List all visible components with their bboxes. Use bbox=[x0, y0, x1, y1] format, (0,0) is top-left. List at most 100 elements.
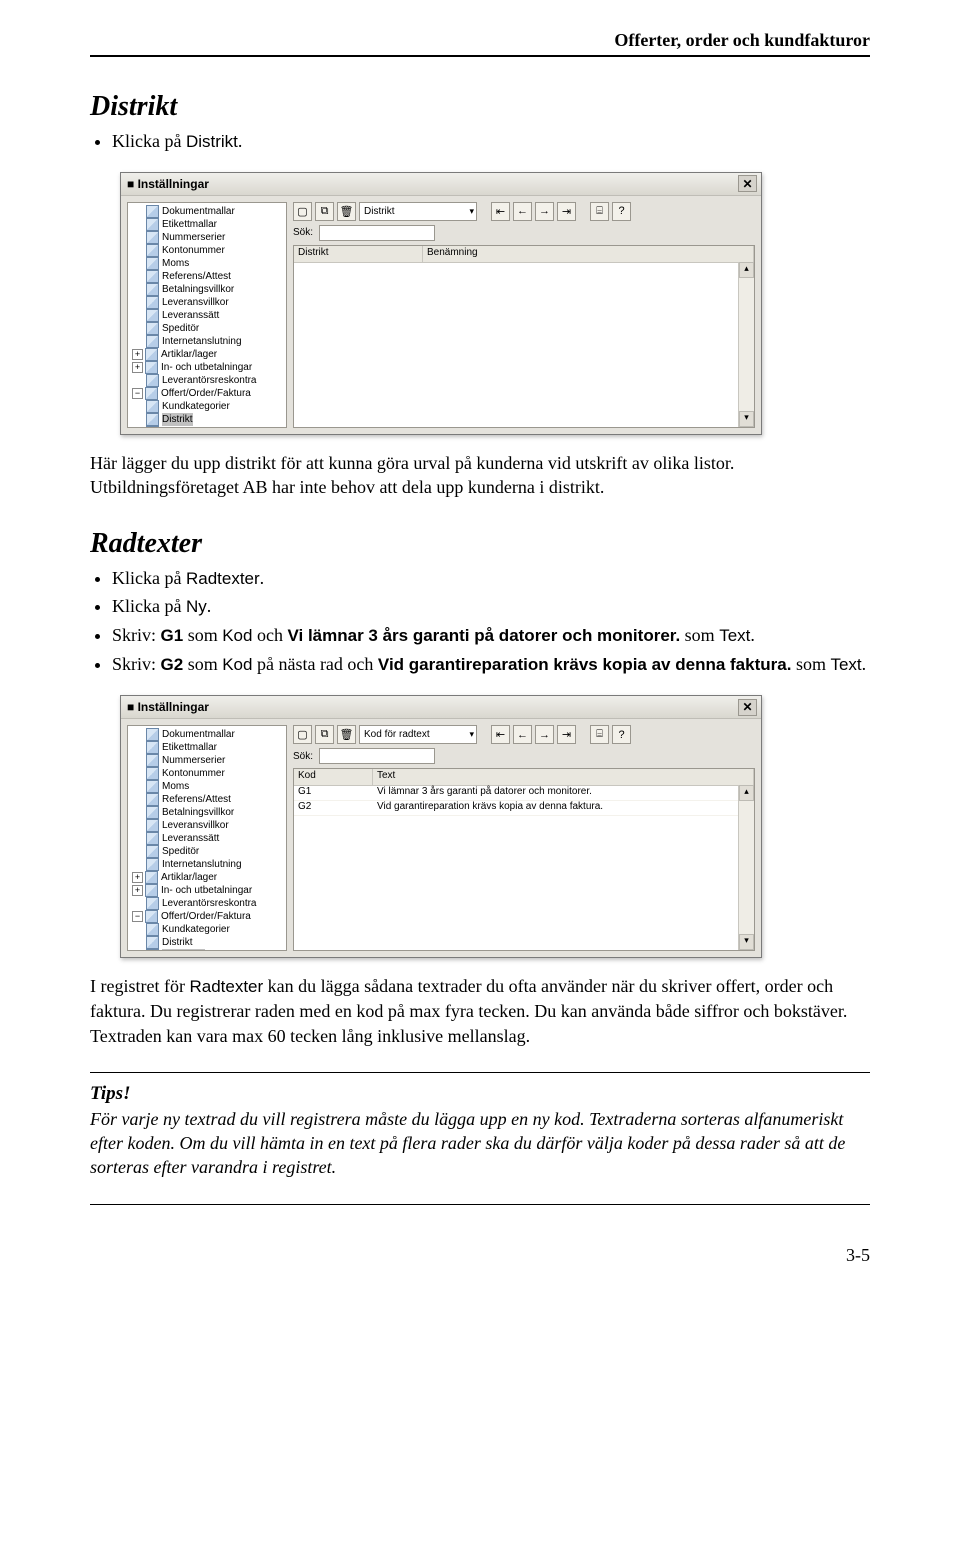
tree-item[interactable]: Leverantörsreskontra bbox=[128, 897, 286, 910]
col-header-2[interactable]: Benämning bbox=[423, 246, 754, 262]
tree-item[interactable]: +In- och utbetalningar bbox=[128, 884, 286, 897]
nav-next-icon[interactable]: → bbox=[535, 725, 554, 744]
tree-item[interactable]: Radtexter bbox=[128, 426, 286, 428]
tree-item-label: Etikettmallar bbox=[162, 218, 217, 231]
tree-item-label: Moms bbox=[162, 780, 189, 793]
view-dropdown[interactable]: Kod för radtext ▾ bbox=[359, 725, 477, 744]
nav-prev-icon[interactable]: ← bbox=[513, 202, 532, 221]
search-input[interactable] bbox=[319, 225, 435, 241]
tree-item[interactable]: Moms bbox=[128, 257, 286, 270]
bullet-item: Klicka på Radtexter. bbox=[112, 566, 870, 591]
page-icon bbox=[146, 426, 159, 428]
tree-item[interactable]: Radtexter bbox=[128, 949, 286, 951]
col-header-1[interactable]: Kod bbox=[294, 769, 373, 785]
separator bbox=[90, 1072, 870, 1073]
nav-last-icon[interactable]: ⇥ bbox=[557, 202, 576, 221]
tree-item[interactable]: Referens/Attest bbox=[128, 270, 286, 283]
tree-item-label: Internetanslutning bbox=[162, 335, 242, 348]
page-icon bbox=[145, 387, 158, 400]
help-icon[interactable]: ? bbox=[612, 725, 631, 744]
tree-item[interactable]: −Offert/Order/Faktura bbox=[128, 910, 286, 923]
page-icon bbox=[146, 244, 159, 257]
copy-icon[interactable]: ⧉ bbox=[315, 202, 334, 221]
col-header-1[interactable]: Distrikt bbox=[294, 246, 423, 262]
page-icon bbox=[146, 218, 159, 231]
tree-item[interactable]: Kontonummer bbox=[128, 767, 286, 780]
tree-item[interactable]: Internetanslutning bbox=[128, 335, 286, 348]
tree-item[interactable]: −Offert/Order/Faktura bbox=[128, 387, 286, 400]
page-icon bbox=[146, 413, 159, 426]
page-icon bbox=[146, 845, 159, 858]
page-icon bbox=[146, 741, 159, 754]
tree-item[interactable]: Distrikt bbox=[128, 936, 286, 949]
nav-first-icon[interactable]: ⇤ bbox=[491, 725, 510, 744]
nav-first-icon[interactable]: ⇤ bbox=[491, 202, 510, 221]
tree-item[interactable]: Betalningsvillkor bbox=[128, 283, 286, 296]
tree-item-label: Offert/Order/Faktura bbox=[161, 910, 251, 923]
search-label: Sök: bbox=[293, 227, 313, 238]
table-row[interactable]: G2Vid garantireparation krävs kopia av d… bbox=[294, 801, 754, 816]
scrollbar[interactable]: ▴▾ bbox=[738, 785, 754, 950]
tree-item-label: Dokumentmallar bbox=[162, 728, 235, 741]
nav-last-icon[interactable]: ⇥ bbox=[557, 725, 576, 744]
tree-item[interactable]: Leveranssätt bbox=[128, 832, 286, 845]
tree-item-label: Distrikt bbox=[162, 936, 193, 949]
print-icon[interactable]: ⌸ bbox=[590, 725, 609, 744]
tree-item[interactable]: Kundkategorier bbox=[128, 400, 286, 413]
scrollbar[interactable]: ▴▾ bbox=[738, 262, 754, 427]
data-grid[interactable]: Distrikt Benämning ▴▾ bbox=[293, 245, 755, 428]
tree-item[interactable]: Referens/Attest bbox=[128, 793, 286, 806]
tree-item[interactable]: Distrikt bbox=[128, 413, 286, 426]
tree-item[interactable]: Kundkategorier bbox=[128, 923, 286, 936]
table-row[interactable]: G1Vi lämnar 3 års garanti på datorer och… bbox=[294, 786, 754, 801]
tree-item[interactable]: Dokumentmallar bbox=[128, 205, 286, 218]
page-icon bbox=[145, 871, 158, 884]
tree-item[interactable]: Nummerserier bbox=[128, 231, 286, 244]
copy-icon[interactable]: ⧉ bbox=[315, 725, 334, 744]
tree-item[interactable]: +Artiklar/lager bbox=[128, 871, 286, 884]
new-icon[interactable]: ▢ bbox=[293, 725, 312, 744]
tree-item[interactable]: Betalningsvillkor bbox=[128, 806, 286, 819]
tree-item[interactable]: Moms bbox=[128, 780, 286, 793]
radtexter-bullets: Klicka på Radtexter.Klicka på Ny.Skriv: … bbox=[112, 566, 870, 678]
view-dropdown[interactable]: Distrikt ▾ bbox=[359, 202, 477, 221]
nav-prev-icon[interactable]: ← bbox=[513, 725, 532, 744]
search-input[interactable] bbox=[319, 748, 435, 764]
tree-item-label: Radtexter bbox=[162, 426, 205, 428]
nav-next-icon[interactable]: → bbox=[535, 202, 554, 221]
page-icon bbox=[146, 270, 159, 283]
tree-item[interactable]: Leveranssätt bbox=[128, 309, 286, 322]
tree-item[interactable]: Nummerserier bbox=[128, 754, 286, 767]
tree-item[interactable]: +In- och utbetalningar bbox=[128, 361, 286, 374]
tree-item-label: Kundkategorier bbox=[162, 400, 230, 413]
tree-item[interactable]: Etikettmallar bbox=[128, 218, 286, 231]
new-icon[interactable]: ▢ bbox=[293, 202, 312, 221]
delete-icon[interactable]: 🗑 bbox=[337, 725, 356, 744]
tree-item-label: Leveransvillkor bbox=[162, 819, 229, 832]
settings-tree[interactable]: DokumentmallarEtikettmallarNummerserierK… bbox=[127, 202, 287, 428]
tree-item[interactable]: Internetanslutning bbox=[128, 858, 286, 871]
print-icon[interactable]: ⌸ bbox=[590, 202, 609, 221]
tree-item[interactable]: Leveransvillkor bbox=[128, 819, 286, 832]
distrikt-paragraph: Här lägger du upp distrikt för att kunna… bbox=[90, 451, 870, 500]
close-icon[interactable]: ✕ bbox=[738, 175, 757, 192]
tree-item-label: Distrikt bbox=[162, 413, 193, 426]
bullet-item: Klicka på Distrikt. bbox=[112, 129, 870, 154]
tree-item[interactable]: Leveransvillkor bbox=[128, 296, 286, 309]
page-icon bbox=[146, 322, 159, 335]
tree-item[interactable]: Leverantörsreskontra bbox=[128, 374, 286, 387]
close-icon[interactable]: ✕ bbox=[738, 699, 757, 716]
settings-tree[interactable]: DokumentmallarEtikettmallarNummerserierK… bbox=[127, 725, 287, 951]
tree-item[interactable]: Speditör bbox=[128, 322, 286, 335]
col-header-2[interactable]: Text bbox=[373, 769, 754, 785]
tree-item[interactable]: Speditör bbox=[128, 845, 286, 858]
tree-item[interactable]: Etikettmallar bbox=[128, 741, 286, 754]
help-icon[interactable]: ? bbox=[612, 202, 631, 221]
tree-item[interactable]: +Artiklar/lager bbox=[128, 348, 286, 361]
radtexter-paragraph: I registret för Radtexter kan du lägga s… bbox=[90, 974, 870, 1048]
tree-item[interactable]: Kontonummer bbox=[128, 244, 286, 257]
delete-icon[interactable]: 🗑 bbox=[337, 202, 356, 221]
tree-item[interactable]: Dokumentmallar bbox=[128, 728, 286, 741]
tree-item-label: Dokumentmallar bbox=[162, 205, 235, 218]
data-grid[interactable]: Kod Text G1Vi lämnar 3 års garanti på da… bbox=[293, 768, 755, 951]
